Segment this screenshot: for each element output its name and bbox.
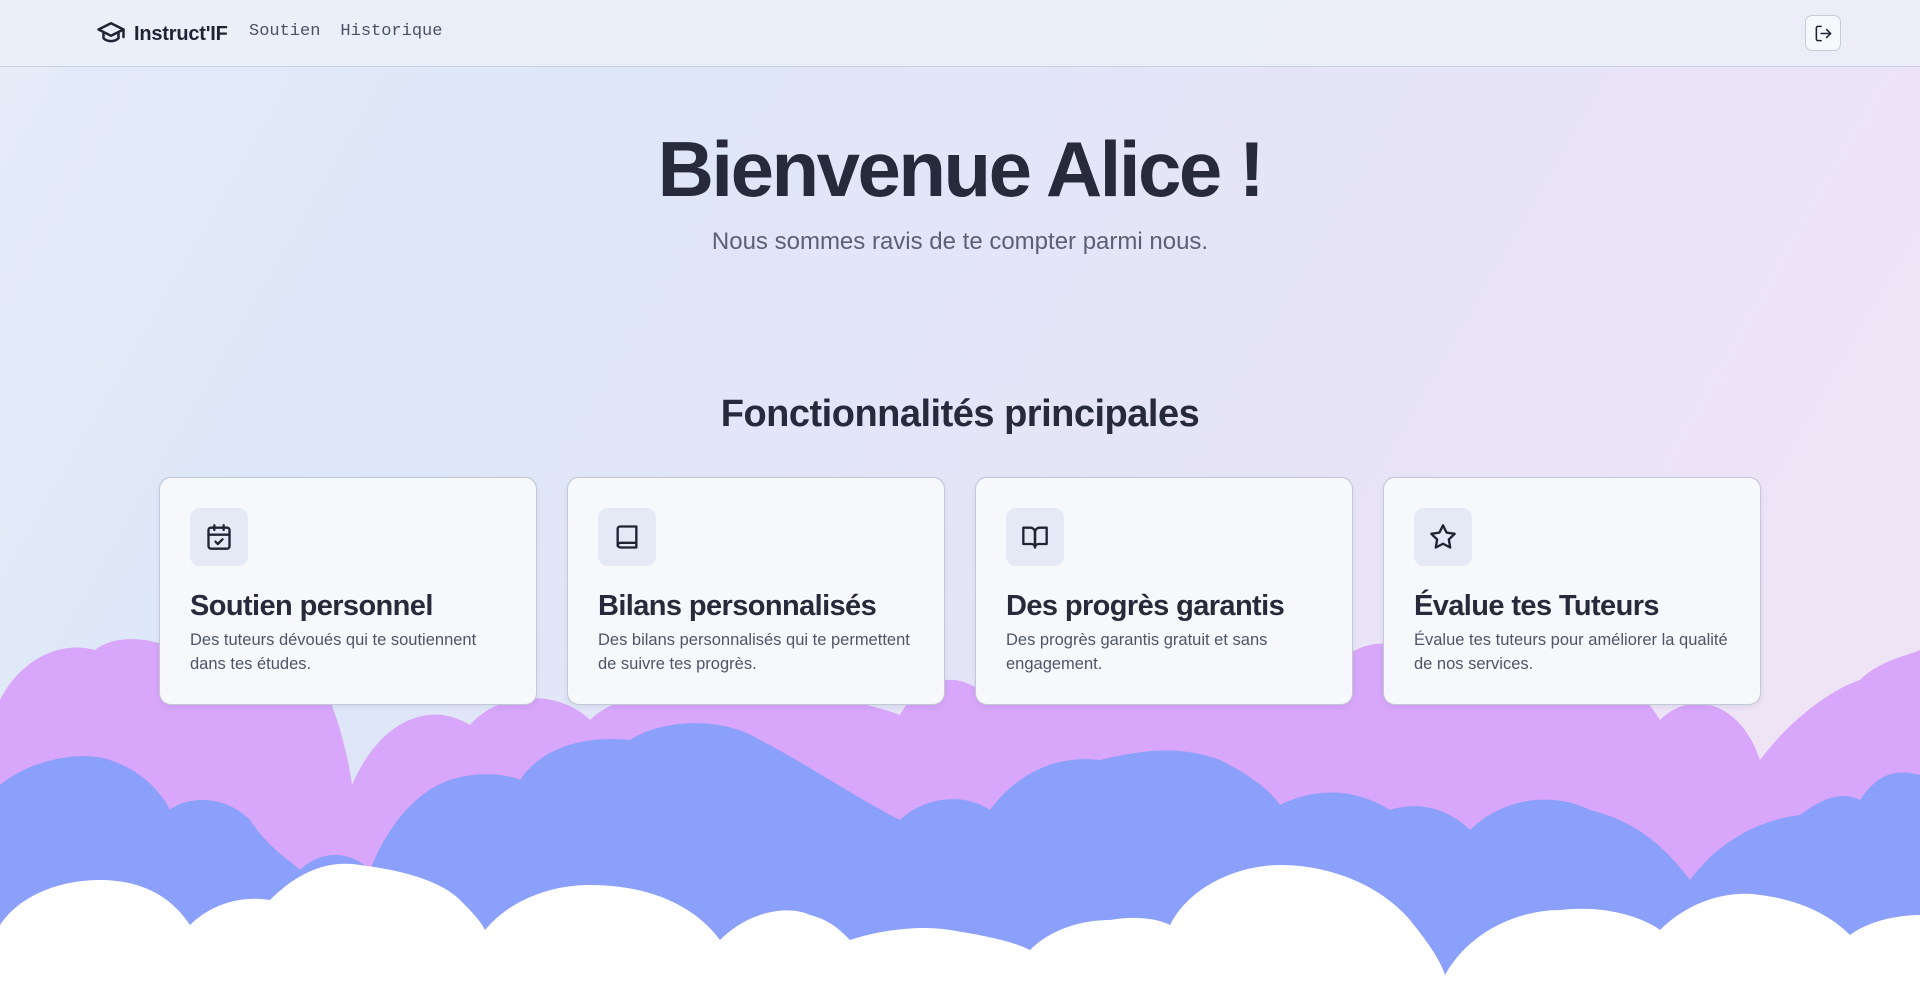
- book-icon: [598, 508, 656, 566]
- hero-subtitle: Nous sommes ravis de te compter parmi no…: [711, 228, 1209, 255]
- nav-links: Soutien Historique: [249, 22, 442, 41]
- feature-card-title: Soutien personnel: [190, 590, 433, 622]
- feature-card-bilans[interactable]: Bilans personnalisés Des bilans personna…: [567, 477, 945, 705]
- feature-card-progres[interactable]: Des progrès garantis Des progrès garanti…: [975, 477, 1353, 705]
- features-title: Fonctionnalités principales: [720, 393, 1200, 435]
- logout-button[interactable]: [1805, 15, 1841, 51]
- feature-card-title: Évalue tes Tuteurs: [1414, 590, 1660, 622]
- feature-card-title: Bilans personnalisés: [598, 590, 877, 622]
- logout-icon: [1814, 24, 1833, 43]
- nav-link-soutien[interactable]: Soutien: [249, 22, 320, 41]
- star-icon: [1414, 508, 1472, 566]
- feature-card-description: Évalue tes tuteurs pour améliorer la qua…: [1414, 631, 1728, 673]
- feature-card-description: Des bilans personnalisés qui te permette…: [598, 631, 910, 673]
- hero-title: Bienvenue Alice !: [657, 125, 1265, 213]
- brand[interactable]: Instruct'IF: [96, 20, 228, 48]
- top-navbar: Instruct'IF Soutien Historique: [0, 0, 1920, 67]
- feature-card-evalue[interactable]: Évalue tes Tuteurs Évalue tes tuteurs po…: [1383, 477, 1761, 705]
- nav-link-historique[interactable]: Historique: [340, 22, 442, 41]
- graduation-cap-icon: [96, 17, 126, 52]
- feature-card-title: Des progrès garantis: [1006, 590, 1285, 622]
- brand-name: Instruct'IF: [134, 22, 228, 45]
- feature-card-description: Des tuteurs dévoués qui te soutiennent d…: [190, 631, 477, 673]
- book-open-icon: [1006, 508, 1064, 566]
- feature-card-description: Des progrès garantis gratuit et sans eng…: [1006, 631, 1268, 673]
- feature-card-soutien[interactable]: Soutien personnel Des tuteurs dévoués qu…: [159, 477, 537, 705]
- calendar-check-icon: [190, 508, 248, 566]
